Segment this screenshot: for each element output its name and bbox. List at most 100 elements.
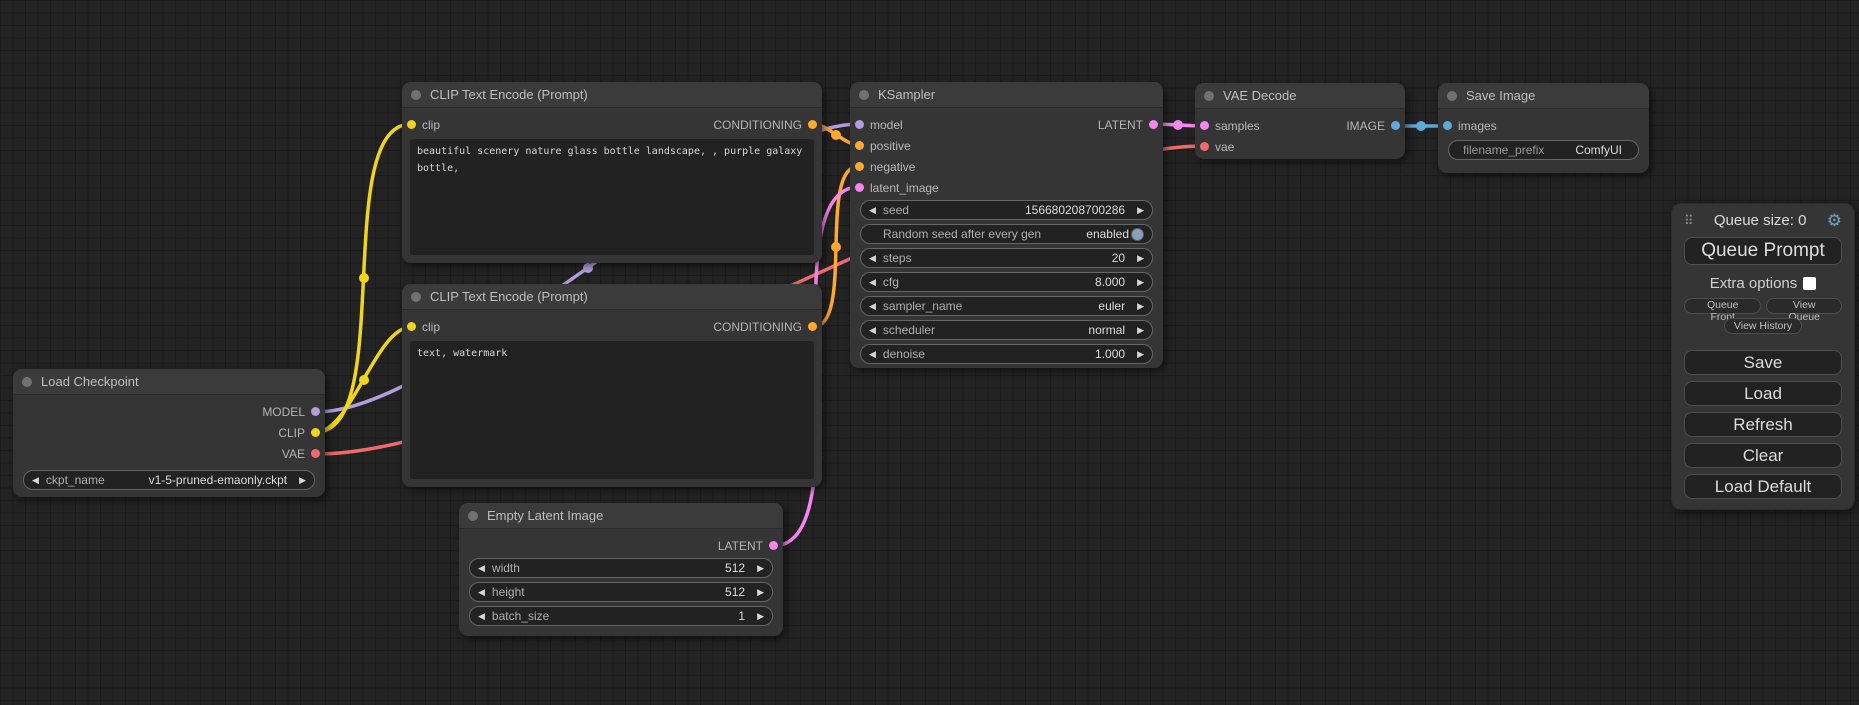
output-slot-image[interactable]: IMAGE xyxy=(1346,119,1400,133)
view-history-button[interactable]: View History xyxy=(1724,318,1802,334)
toggle-dot-icon[interactable] xyxy=(1131,228,1144,241)
latent-output-dot[interactable] xyxy=(769,541,778,550)
node-title-bar[interactable]: Load Checkpoint xyxy=(13,369,325,395)
clip-output-dot[interactable] xyxy=(311,428,320,437)
negative-input-dot[interactable] xyxy=(855,162,864,171)
sampler-name-widget[interactable]: ◀ sampler_name euler ▶ xyxy=(860,296,1153,316)
refresh-button[interactable]: Refresh xyxy=(1684,412,1842,437)
increment-arrow-icon[interactable]: ▶ xyxy=(757,564,764,573)
clip-input-dot[interactable] xyxy=(407,120,416,129)
scheduler-widget[interactable]: ◀ scheduler normal ▶ xyxy=(860,320,1153,340)
node-title-bar[interactable]: VAE Decode xyxy=(1195,83,1405,109)
model-output-dot[interactable] xyxy=(311,407,320,416)
input-slot-positive[interactable]: positive xyxy=(855,139,911,153)
increment-arrow-icon[interactable]: ▶ xyxy=(1137,254,1144,263)
load-button[interactable]: Load xyxy=(1684,381,1842,406)
vae-input-dot[interactable] xyxy=(1200,142,1209,151)
decrement-arrow-icon[interactable]: ◀ xyxy=(478,612,485,621)
vae-output-dot[interactable] xyxy=(311,449,320,458)
input-slot-latent-image[interactable]: latent_image xyxy=(855,181,939,195)
input-slot-model[interactable]: model xyxy=(855,118,903,132)
input-slot-clip[interactable]: clip xyxy=(407,118,440,132)
node-clip-text-encode-positive[interactable]: CLIP Text Encode (Prompt) clip CONDITION… xyxy=(402,82,822,263)
node-title-bar[interactable]: Empty Latent Image xyxy=(459,503,783,529)
negative-prompt-textarea[interactable]: text, watermark xyxy=(410,341,814,479)
decrement-arrow-icon[interactable]: ◀ xyxy=(869,206,876,215)
latent-output-dot[interactable] xyxy=(1149,120,1158,129)
conditioning-output-dot[interactable] xyxy=(808,120,817,129)
increment-arrow-icon[interactable]: ▶ xyxy=(1137,326,1144,335)
images-input-dot[interactable] xyxy=(1443,121,1452,130)
node-ksampler[interactable]: KSampler model LATENT positive negative … xyxy=(850,82,1163,368)
node-empty-latent-image[interactable]: Empty Latent Image LATENT ◀ width 512 ▶ … xyxy=(459,503,783,636)
queue-prompt-button[interactable]: Queue Prompt xyxy=(1684,237,1842,265)
load-default-button[interactable]: Load Default xyxy=(1684,474,1842,499)
node-title-bar[interactable]: CLIP Text Encode (Prompt) xyxy=(402,82,822,108)
positive-input-dot[interactable] xyxy=(855,141,864,150)
input-slot-vae[interactable]: vae xyxy=(1200,140,1234,154)
node-title-bar[interactable]: CLIP Text Encode (Prompt) xyxy=(402,284,822,310)
increment-arrow-icon[interactable]: ▶ xyxy=(1137,206,1144,215)
output-slot-clip[interactable]: CLIP xyxy=(278,426,320,440)
queue-front-button[interactable]: Queue Front xyxy=(1684,298,1761,314)
node-title-bar[interactable]: Save Image xyxy=(1438,83,1649,109)
seed-widget[interactable]: ◀ seed 156680208700286 ▶ xyxy=(860,200,1153,220)
increment-arrow-icon[interactable]: ▶ xyxy=(757,588,764,597)
conditioning-output-dot[interactable] xyxy=(808,322,817,331)
increment-arrow-icon[interactable]: ▶ xyxy=(1137,302,1144,311)
width-widget[interactable]: ◀ width 512 ▶ xyxy=(469,558,773,578)
node-save-image[interactable]: Save Image images filename_prefix ComfyU… xyxy=(1438,83,1649,173)
view-queue-button[interactable]: View Queue xyxy=(1766,298,1842,314)
latent-image-input-dot[interactable] xyxy=(855,183,864,192)
increment-arrow-icon[interactable]: ▶ xyxy=(1137,278,1144,287)
output-slot-latent[interactable]: LATENT xyxy=(1098,118,1158,132)
input-slot-clip[interactable]: clip xyxy=(407,320,440,334)
extra-options-checkbox[interactable] xyxy=(1803,277,1816,290)
graph-canvas[interactable]: { "colors": { "model": "#B39DDB", "clip"… xyxy=(0,0,1859,705)
collapse-dot-icon[interactable] xyxy=(1447,91,1457,101)
increment-arrow-icon[interactable]: ▶ xyxy=(299,476,306,485)
height-widget[interactable]: ◀ height 512 ▶ xyxy=(469,582,773,602)
decrement-arrow-icon[interactable]: ◀ xyxy=(869,326,876,335)
samples-input-dot[interactable] xyxy=(1200,121,1209,130)
decrement-arrow-icon[interactable]: ◀ xyxy=(478,588,485,597)
increment-arrow-icon[interactable]: ▶ xyxy=(757,612,764,621)
output-slot-vae[interactable]: VAE xyxy=(282,447,320,461)
denoise-widget[interactable]: ◀ denoise 1.000 ▶ xyxy=(860,344,1153,364)
input-slot-samples[interactable]: samples xyxy=(1200,119,1260,133)
decrement-arrow-icon[interactable]: ◀ xyxy=(869,278,876,287)
input-slot-images[interactable]: images xyxy=(1443,119,1497,133)
image-output-dot[interactable] xyxy=(1391,121,1400,130)
output-slot-latent[interactable]: LATENT xyxy=(718,539,778,553)
cfg-widget[interactable]: ◀ cfg 8.000 ▶ xyxy=(860,272,1153,292)
decrement-arrow-icon[interactable]: ◀ xyxy=(869,302,876,311)
increment-arrow-icon[interactable]: ▶ xyxy=(1137,350,1144,359)
model-input-dot[interactable] xyxy=(855,120,864,129)
clip-input-dot[interactable] xyxy=(407,322,416,331)
collapse-dot-icon[interactable] xyxy=(1204,91,1214,101)
collapse-dot-icon[interactable] xyxy=(22,377,32,387)
node-title-bar[interactable]: KSampler xyxy=(850,82,1163,108)
clear-button[interactable]: Clear xyxy=(1684,443,1842,468)
positive-prompt-textarea[interactable]: beautiful scenery nature glass bottle la… xyxy=(410,139,814,255)
node-clip-text-encode-negative[interactable]: CLIP Text Encode (Prompt) clip CONDITION… xyxy=(402,284,822,487)
collapse-dot-icon[interactable] xyxy=(859,90,869,100)
random-seed-toggle-widget[interactable]: Random seed after every gen enabled xyxy=(860,224,1153,244)
decrement-arrow-icon[interactable]: ◀ xyxy=(478,564,485,573)
output-slot-conditioning[interactable]: CONDITIONING xyxy=(713,118,817,132)
decrement-arrow-icon[interactable]: ◀ xyxy=(32,476,39,485)
output-slot-conditioning[interactable]: CONDITIONING xyxy=(713,320,817,334)
collapse-dot-icon[interactable] xyxy=(411,292,421,302)
drag-handle-icon[interactable]: ⠿ xyxy=(1684,213,1694,229)
filename-prefix-widget[interactable]: filename_prefix ComfyUI xyxy=(1448,140,1639,160)
decrement-arrow-icon[interactable]: ◀ xyxy=(869,350,876,359)
settings-gear-icon[interactable]: ⚙ xyxy=(1827,212,1842,229)
steps-widget[interactable]: ◀ steps 20 ▶ xyxy=(860,248,1153,268)
node-load-checkpoint[interactable]: Load Checkpoint MODEL CLIP VAE ◀ ckpt_na… xyxy=(13,369,325,497)
ckpt-name-widget[interactable]: ◀ ckpt_name v1-5-pruned-emaonly.ckpt ▶ xyxy=(23,470,315,490)
collapse-dot-icon[interactable] xyxy=(468,511,478,521)
save-button[interactable]: Save xyxy=(1684,350,1842,375)
node-vae-decode[interactable]: VAE Decode samples IMAGE vae xyxy=(1195,83,1405,159)
decrement-arrow-icon[interactable]: ◀ xyxy=(869,254,876,263)
collapse-dot-icon[interactable] xyxy=(411,90,421,100)
